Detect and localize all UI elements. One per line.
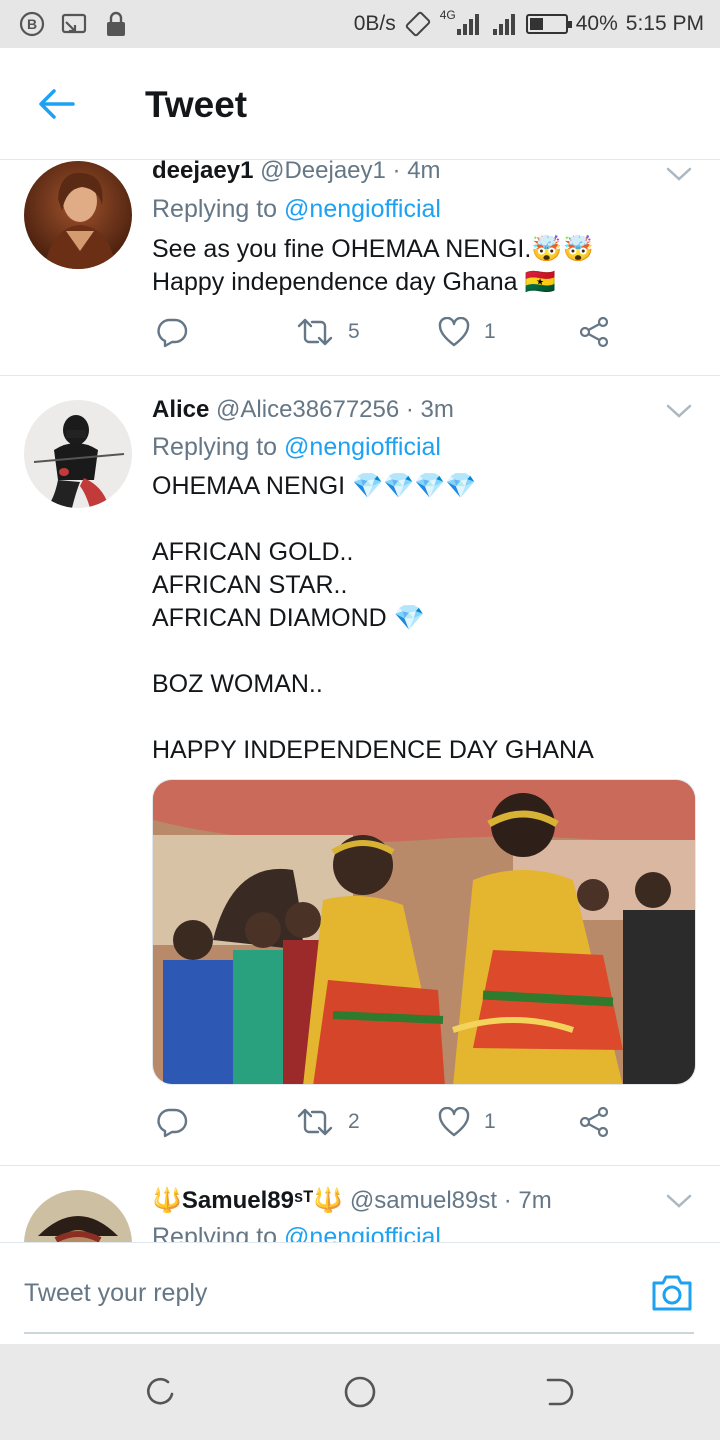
tweet-header: 🔱Samuel89ˢᵀ🔱 @samuel89st · 7m <box>152 1186 552 1215</box>
reply-button[interactable] <box>156 1102 188 1142</box>
reply-button[interactable] <box>156 312 188 352</box>
avatar[interactable] <box>24 400 132 508</box>
user-handle[interactable]: @samuel89st <box>350 1187 497 1214</box>
system-navigation-bar <box>0 1344 720 1440</box>
camera-icon <box>652 1275 692 1311</box>
reply-input[interactable] <box>24 1271 624 1315</box>
network-type-label: 4G <box>439 8 456 22</box>
user-handle[interactable]: @Deejaey1 <box>260 160 386 184</box>
tweet-item[interactable]: deejaey1 @Deejaey1 · 4m Replying to @nen… <box>0 160 720 376</box>
status-left-icons: B <box>18 10 130 38</box>
tweet-time: · 3m <box>405 396 454 423</box>
like-count: 1 <box>484 1110 496 1133</box>
tweet-time: · 7m <box>503 1187 552 1214</box>
rotation-lock-icon <box>404 10 432 38</box>
tweet-text: See as you fine OHEMAA NENGI.🤯🤯 Happy in… <box>152 235 594 296</box>
like-icon <box>438 317 470 347</box>
tweet-item[interactable]: 🔱Samuel89ˢᵀ🔱 @samuel89st · 7m Replying t… <box>0 1166 720 1242</box>
reply-feed[interactable]: deejaey1 @Deejaey1 · 4m Replying to @nen… <box>0 160 720 1242</box>
share-button[interactable] <box>578 312 610 352</box>
like-button[interactable]: 1 <box>438 1102 496 1142</box>
chevron-down-icon[interactable] <box>664 1186 694 1216</box>
recent-apps-button[interactable] <box>142 1374 178 1410</box>
back-nav-button[interactable] <box>542 1374 578 1410</box>
like-icon <box>438 1107 470 1137</box>
share-icon <box>579 1106 609 1138</box>
like-button[interactable]: 1 <box>438 312 496 352</box>
replying-prefix: Replying to <box>152 433 285 461</box>
replying-to: Replying to @nengiofficial <box>152 433 441 462</box>
signal-icon-1 <box>454 10 482 38</box>
battery-icon <box>525 14 572 34</box>
display-name[interactable]: deejaey1 <box>152 160 253 184</box>
chevron-down-icon[interactable] <box>664 160 694 189</box>
avatar[interactable] <box>24 1190 132 1242</box>
display-name[interactable]: 🔱Samuel89ˢᵀ🔱 <box>152 1187 343 1214</box>
replying-prefix: Replying to <box>152 195 285 223</box>
tweet-photo[interactable] <box>152 779 696 1085</box>
user-handle[interactable]: @Alice38677256 <box>216 396 399 423</box>
replying-prefix: Replying to <box>152 1223 285 1242</box>
reply-input-underline <box>24 1332 694 1334</box>
tweet-actions: 2 1 <box>152 1102 622 1142</box>
home-icon <box>344 1376 376 1408</box>
tweet-text: OHEMAA NENGI 💎💎💎💎 AFRICAN GOLD.. AFRICAN… <box>152 472 594 764</box>
replying-mention-link[interactable]: @nengiofficial <box>284 1223 441 1242</box>
tweet-header: Alice @Alice38677256 · 3m <box>152 396 454 424</box>
signal-icon-2 <box>490 10 518 38</box>
lock-icon <box>102 10 130 38</box>
recent-apps-icon <box>147 1377 174 1405</box>
status-right: 0B/s 4G 40% 5:15 PM <box>354 0 704 48</box>
status-bar: B 0B/s 4G 40% 5:15 PM <box>0 0 720 48</box>
svg-text:B: B <box>27 16 37 32</box>
battery-percent: 40% <box>575 12 618 35</box>
back-arrow-icon <box>39 89 75 119</box>
replying-mention-link[interactable]: @nengiofficial <box>284 433 441 461</box>
retweet-button[interactable]: 2 <box>296 1102 360 1142</box>
tweet-item[interactable]: Alice @Alice38677256 · 3m Replying to @n… <box>0 376 720 1166</box>
chevron-down-icon[interactable] <box>664 396 694 426</box>
reply-icon <box>157 1108 188 1138</box>
reply-composer <box>0 1242 720 1344</box>
top-app-bar: Tweet <box>0 48 720 160</box>
retweet-icon <box>297 318 333 346</box>
tweet-header: deejaey1 @Deejaey1 · 4m <box>152 160 441 185</box>
reply-icon <box>157 318 188 348</box>
camera-button[interactable] <box>650 1273 694 1313</box>
clock: 5:15 PM <box>625 12 704 35</box>
tweet-time: · 4m <box>392 160 441 184</box>
share-button[interactable] <box>578 1102 610 1142</box>
tweet-actions: 5 1 <box>152 312 622 352</box>
avatar[interactable] <box>24 161 132 269</box>
replying-mention-link[interactable]: @nengiofficial <box>284 195 441 223</box>
share-icon <box>579 316 609 348</box>
browser-notification-icon: B <box>18 10 46 38</box>
replying-to: Replying to @nengiofficial <box>152 195 441 224</box>
like-count: 1 <box>484 320 496 343</box>
back-button[interactable] <box>30 80 82 128</box>
display-name[interactable]: Alice <box>152 396 209 423</box>
battery-fill <box>529 18 544 30</box>
retweet-count: 2 <box>348 1110 360 1133</box>
replying-to: Replying to @nengiofficial <box>152 1223 441 1242</box>
home-button[interactable] <box>342 1374 378 1410</box>
retweet-icon <box>297 1108 333 1136</box>
page-title: Tweet <box>145 84 248 125</box>
network-speed: 0B/s <box>353 12 396 35</box>
retweet-count: 5 <box>348 320 360 343</box>
screen-cast-icon <box>60 10 88 38</box>
retweet-button[interactable]: 5 <box>296 312 360 352</box>
back-nav-icon <box>546 1378 574 1406</box>
